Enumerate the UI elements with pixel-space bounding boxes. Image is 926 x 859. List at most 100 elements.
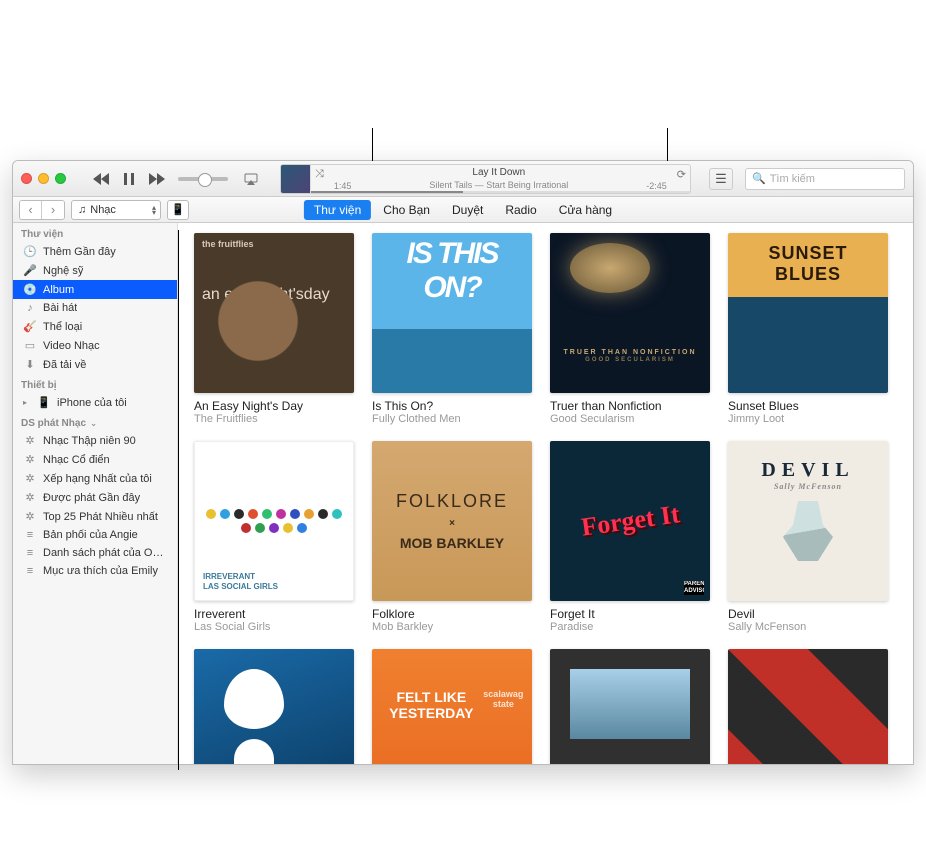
tab-cửa-hàng[interactable]: Cửa hàng: [549, 200, 622, 220]
sidebar-item-label: Video Nhạc: [43, 340, 100, 352]
now-playing-info: Lay It Down Silent Tails — Start Being I…: [355, 166, 642, 191]
sidebar-item-icon: ✲: [23, 510, 37, 523]
sidebar-item[interactable]: ✲ Được phát Gần đây: [13, 488, 177, 507]
sidebar-item-label: iPhone của tôi: [57, 397, 127, 409]
play-pause-button[interactable]: [118, 168, 140, 190]
itunes-window: ⤨ 1:45 Lay It Down Silent Tails — Start …: [12, 160, 914, 765]
sidebar-item-label: Mục ưa thích của Emily: [43, 565, 158, 577]
sidebar-item[interactable]: 🎸 Thể loại: [13, 317, 177, 336]
sidebar-item[interactable]: ▸ 📱 iPhone của tôi: [13, 393, 177, 412]
shuffle-icon[interactable]: ⤨: [311, 165, 328, 181]
album-item[interactable]: FELT LIKE YESTERDAYscalawag state: [372, 649, 532, 764]
album-cover[interactable]: FOLKLORE×MOB BARKLEY: [372, 441, 532, 601]
tab-thư-viện[interactable]: Thư viện: [304, 200, 371, 220]
zoom-button[interactable]: [55, 173, 66, 184]
album-grid-view[interactable]: the fruitfliesan easynight'sday An Easy N…: [178, 223, 913, 764]
album-cover[interactable]: DEVILSally McFenson: [728, 441, 888, 601]
sidebar-item-icon: ⬇: [23, 358, 37, 371]
search-input[interactable]: 🔍 Tìm kiếm: [745, 168, 905, 190]
repeat-icon[interactable]: ⟳: [673, 165, 690, 181]
sidebar-item[interactable]: ✲Nhạc Cổ điển: [13, 450, 177, 469]
sidebar-item-label: Album: [43, 284, 74, 296]
album-item[interactable]: [550, 649, 710, 764]
sidebar-item[interactable]: ♪Bài hát: [13, 299, 177, 317]
sidebar-item[interactable]: ✲Nhạc Thập niên 90: [13, 431, 177, 450]
sidebar-item-icon: 📱: [37, 396, 51, 409]
album-item[interactable]: HOLIDAY STANDARDS: [194, 649, 354, 764]
sidebar-item-label: Đã tải về: [43, 359, 86, 371]
forward-button[interactable]: ›: [42, 201, 64, 219]
back-button[interactable]: ‹: [20, 201, 42, 219]
sidebar-item[interactable]: ✲Top 25 Phát Nhiều nhất: [13, 507, 177, 526]
device-button[interactable]: 📱: [167, 200, 189, 220]
disclosure-triangle-icon[interactable]: ▸: [23, 398, 31, 407]
album-cover[interactable]: the fruitfliesan easynight'sday: [194, 233, 354, 393]
up-next-button[interactable]: ☰: [709, 168, 733, 190]
album-cover[interactable]: IRREVERANTLAS SOCIAL GIRLS: [194, 441, 354, 601]
sidebar-item-icon: ≡: [23, 529, 37, 541]
album-cover[interactable]: FELT LIKE YESTERDAYscalawag state: [372, 649, 532, 764]
album-cover[interactable]: [550, 649, 710, 764]
tab-cho-bạn[interactable]: Cho Bạn: [373, 200, 440, 220]
sidebar-item-label: Thể loại: [43, 321, 82, 333]
sidebar-header-library: Thư viện: [13, 223, 177, 242]
tab-radio[interactable]: Radio: [495, 200, 546, 220]
sidebar-item[interactable]: 💿Album: [13, 280, 177, 299]
album-cover[interactable]: IS THIS ON?: [372, 233, 532, 393]
album-item[interactable]: IRREVERANTLAS SOCIAL GIRLSIrreverentLas …: [194, 441, 354, 633]
album-item[interactable]: FOLKLORE×MOB BARKLEYFolkloreMob Barkley: [372, 441, 532, 633]
sidebar-item[interactable]: ▭ Video Nhạc: [13, 336, 177, 355]
album-item[interactable]: [728, 649, 888, 764]
album-item[interactable]: Forget ItPARENTAL ADVISORYForget ItParad…: [550, 441, 710, 633]
sidebar-item-label: Bài hát: [43, 302, 77, 314]
sidebar-item-icon: ✲: [23, 453, 37, 466]
album-title: An Easy Night's Day: [194, 399, 354, 413]
minimize-button[interactable]: [38, 173, 49, 184]
sidebar-item-icon: 🎸: [23, 320, 37, 333]
album-artist: Jimmy Loot: [728, 413, 888, 425]
sidebar-item[interactable]: ⬇ Đã tải về: [13, 355, 177, 374]
sidebar-item[interactable]: 🕒Thêm Gần đây: [13, 242, 177, 261]
album-cover[interactable]: [728, 649, 888, 764]
now-playing-display[interactable]: ⤨ 1:45 Lay It Down Silent Tails — Start …: [280, 164, 691, 194]
album-artist: Sally McFenson: [728, 621, 888, 633]
nav-buttons: ‹ ›: [19, 200, 65, 220]
progress-bar[interactable]: [311, 191, 690, 193]
album-cover[interactable]: Forget ItPARENTAL ADVISORY: [550, 441, 710, 601]
album-title: Devil: [728, 607, 888, 621]
album-cover[interactable]: HOLIDAY STANDARDS: [194, 649, 354, 764]
playback-controls: [90, 168, 262, 190]
album-item[interactable]: the fruitfliesan easynight'sday An Easy N…: [194, 233, 354, 425]
chevron-down-icon[interactable]: ⌄: [88, 419, 97, 428]
parental-advisory-icon: PARENTAL ADVISORY: [684, 581, 704, 595]
sidebar-item[interactable]: ≡Bản phối của Angie: [13, 526, 177, 544]
airplay-button[interactable]: [240, 168, 262, 190]
tab-duyệt[interactable]: Duyệt: [442, 200, 493, 220]
titlebar: ⤨ 1:45 Lay It Down Silent Tails — Start …: [13, 161, 913, 197]
prev-track-button[interactable]: [90, 168, 112, 190]
album-cover[interactable]: TRUER THAN NONFICTIONGOOD SECULARISM: [550, 233, 710, 393]
album-item[interactable]: DEVILSally McFenson DevilSally McFenson: [728, 441, 888, 633]
album-item[interactable]: IS THIS ON?Is This On?Fully Clothed Men: [372, 233, 532, 425]
sidebar-item-label: Thêm Gần đây: [43, 246, 116, 258]
sidebar-item-label: Nghệ sỹ: [43, 265, 83, 277]
album-cover[interactable]: SUNSET BLUES: [728, 233, 888, 393]
album-item[interactable]: SUNSET BLUESSunset BluesJimmy Loot: [728, 233, 888, 425]
search-icon: 🔍: [752, 172, 766, 185]
sidebar-item-icon: ≡: [23, 565, 37, 577]
media-type-selector[interactable]: ♫ Nhạc ▴▾: [71, 200, 161, 220]
sidebar-item[interactable]: 🎤Nghệ sỹ: [13, 261, 177, 280]
sidebar-item[interactable]: ≡ Mục ưa thích của Emily: [13, 562, 177, 580]
sidebar-item-icon: ✲: [23, 491, 37, 504]
sidebar-item[interactable]: ✲Xếp hạng Nhất của tôi: [13, 469, 177, 488]
next-track-button[interactable]: [146, 168, 168, 190]
nav-tabs: Thư việnCho BạnDuyệtRadioCửa hàng: [304, 200, 622, 220]
sidebar-header-playlists: DS phát Nhạc ⌄: [13, 412, 177, 431]
volume-slider[interactable]: [178, 177, 228, 181]
search-placeholder: Tìm kiếm: [770, 173, 815, 185]
close-button[interactable]: [21, 173, 32, 184]
sidebar-item[interactable]: ≡Danh sách phát của O…: [13, 544, 177, 562]
album-item[interactable]: TRUER THAN NONFICTIONGOOD SECULARISMTrue…: [550, 233, 710, 425]
sidebar-item-icon: ▭: [23, 339, 37, 352]
sidebar-item-label: Được phát Gần đây: [43, 492, 140, 504]
